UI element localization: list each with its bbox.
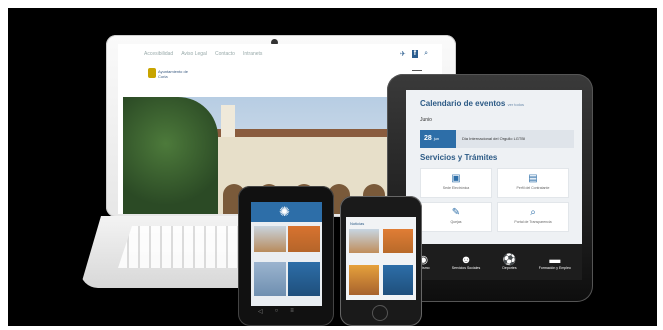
- keyboard: [118, 226, 258, 268]
- event-month: jun: [433, 136, 440, 141]
- menu-icon[interactable]: ≡: [290, 308, 294, 315]
- news-thumbnail[interactable]: [349, 265, 379, 295]
- nav-link[interactable]: Accesibilidad: [144, 51, 173, 57]
- news-thumbnail[interactable]: [383, 229, 413, 253]
- bell-tower: [221, 105, 235, 137]
- social-links: ✈ f ⌕: [400, 50, 428, 58]
- home-icon[interactable]: ○: [275, 308, 279, 315]
- news-thumbnail[interactable]: [349, 229, 379, 253]
- calendar-link[interactable]: ver todos: [508, 102, 524, 107]
- edit-icon: ✎: [451, 207, 461, 218]
- page-title: Noticias: [350, 221, 365, 226]
- phone-large-screen: ✺: [251, 202, 322, 306]
- people-icon: ☻: [460, 254, 472, 266]
- nav-link[interactable]: Aviso Legal: [181, 51, 207, 57]
- document-icon: ▤: [528, 173, 538, 184]
- service-label: Perfil del Contratante: [516, 186, 550, 190]
- news-thumbnail[interactable]: [254, 226, 286, 252]
- event-date: 28 jun: [420, 130, 456, 148]
- footer-item[interactable]: ☻ Servicios Sociales: [452, 254, 480, 270]
- phone-keys: ◁ ○ ≡: [258, 308, 294, 315]
- news-thumbnail[interactable]: [254, 262, 286, 296]
- service-tile[interactable]: ⌕ Portal de Transparencia: [497, 202, 569, 232]
- footer-label: Deportes: [502, 266, 517, 270]
- news-thumbnail[interactable]: [288, 262, 320, 296]
- monitor-icon: ▣: [451, 173, 461, 184]
- event-title: Dia Internacional del Orgullo LGTBI: [462, 136, 526, 141]
- tree: [123, 97, 218, 214]
- service-tile[interactable]: ✎ Quejas: [420, 202, 492, 232]
- service-tile[interactable]: ▤ Perfil del Contratante: [497, 168, 569, 198]
- home-button[interactable]: [372, 305, 388, 321]
- service-label: Portal de Transparencia: [514, 220, 552, 224]
- soccer-icon: ⚽: [502, 254, 517, 266]
- service-label: Quejas: [450, 220, 462, 224]
- search-icon[interactable]: ⌕: [424, 50, 428, 58]
- calendar-title: Calendario de eventos ver todos: [420, 99, 524, 108]
- footer-label: Servicios Sociales: [451, 266, 481, 270]
- event-day: 28: [424, 135, 432, 142]
- facebook-icon[interactable]: f: [411, 50, 419, 58]
- nav-link[interactable]: Contacto: [215, 51, 235, 57]
- coat-of-arms-logo[interactable]: [148, 68, 156, 78]
- news-thumbnail[interactable]: [288, 226, 320, 252]
- search-icon: ⌕: [530, 207, 536, 218]
- app-header: ✺: [251, 202, 322, 222]
- footer-item[interactable]: ▬ Formación y Empleo: [539, 254, 571, 270]
- back-icon[interactable]: ◁: [258, 308, 263, 315]
- footer-item[interactable]: ⚽ Deportes: [502, 254, 516, 270]
- briefcase-icon: ▬: [549, 254, 561, 266]
- gear-icon[interactable]: ✺: [279, 205, 290, 219]
- footer-label: Formación y Empleo: [538, 266, 571, 270]
- service-tile[interactable]: ▣ Sede Electrónica: [420, 168, 492, 198]
- top-nav: Accesibilidad Aviso Legal Contacto Intra…: [144, 51, 262, 57]
- image-frame: Accesibilidad Aviso Legal Contacto Intra…: [0, 0, 663, 330]
- news-thumbnail[interactable]: [383, 265, 413, 295]
- logo-text: Ayuntamiento de Coria: [158, 69, 188, 79]
- tablet-footer: ◉ Turismo ☻ Servicios Sociales ⚽ Deporte…: [406, 244, 582, 280]
- event-item[interactable]: 28 jun Dia Internacional del Orgullo LGT…: [420, 130, 574, 148]
- services-title: Servicios y Trámites: [420, 153, 498, 162]
- calendar-title-text: Calendario de eventos: [420, 99, 506, 108]
- twitter-icon[interactable]: ✈: [400, 50, 406, 58]
- phone-small-screen: Noticias: [346, 217, 416, 300]
- service-label: Sede Electrónica: [442, 186, 470, 190]
- month-label: Junio: [420, 117, 432, 123]
- nav-link[interactable]: Intranets: [243, 51, 262, 57]
- tablet-screen: Calendario de eventos ver todos Junio 28…: [406, 90, 582, 280]
